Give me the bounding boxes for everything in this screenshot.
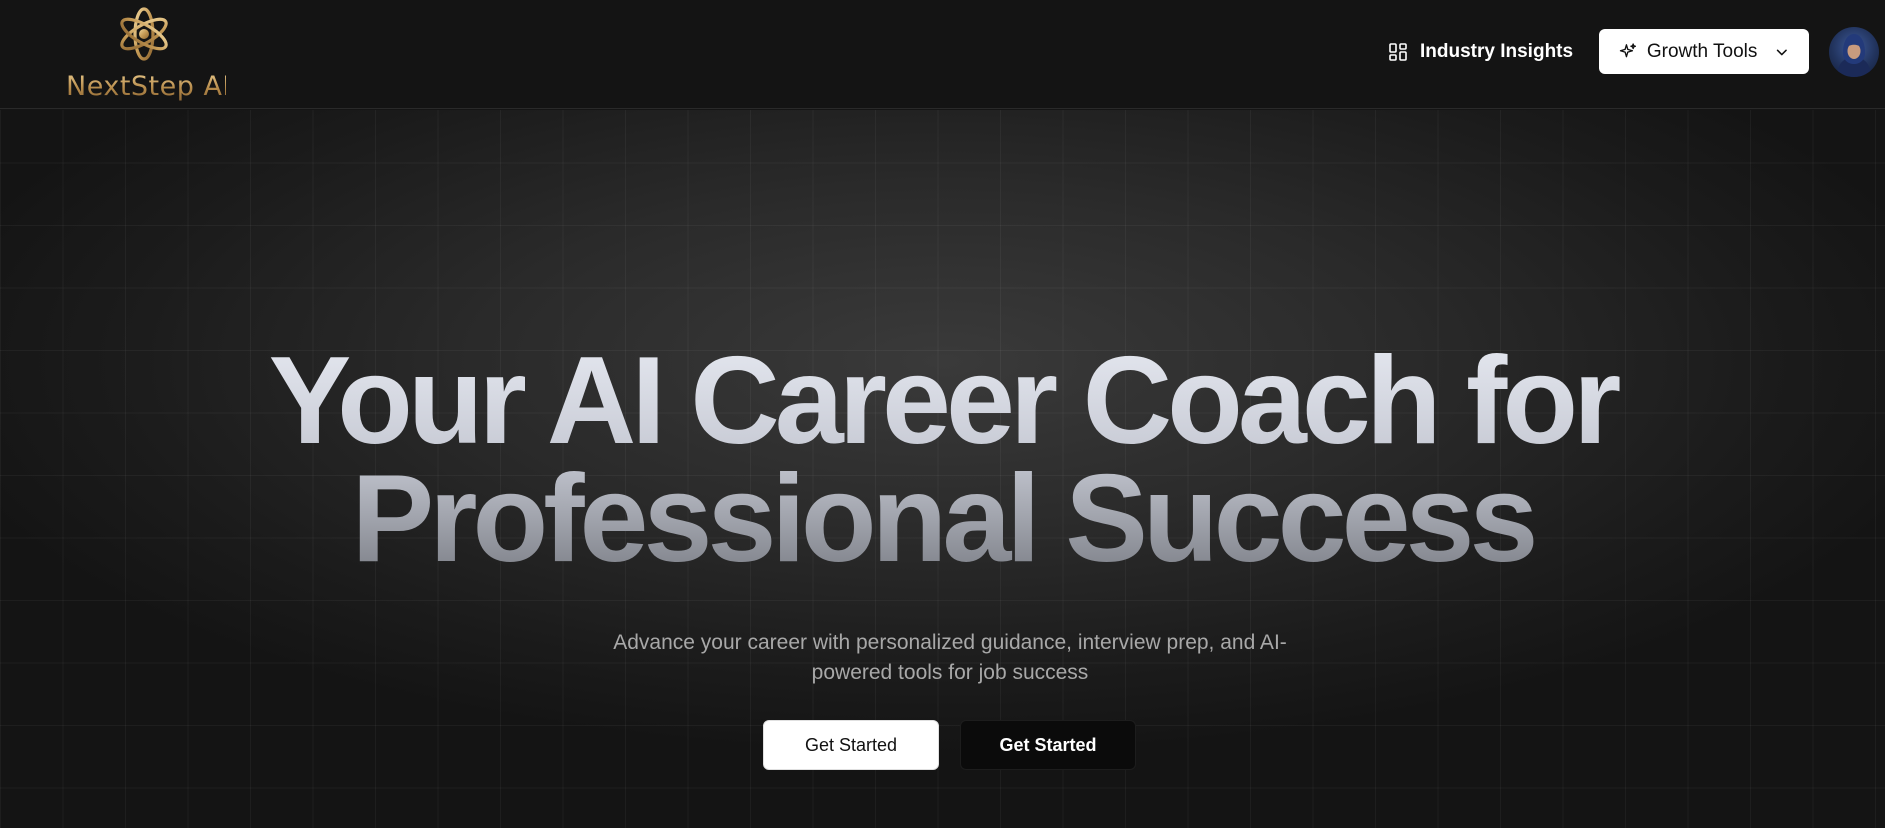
sparkles-icon [1619,43,1637,58]
brand-name: NextStep AI [66,71,231,102]
hero-section: Your AI Career Coach for Professional Su… [0,110,1885,828]
brand-logo[interactable]: NextStep AI [64,4,231,104]
hero-title: Your AI Career Coach for Professional Su… [0,342,1885,578]
top-navbar: NextStep AI Industry Insights Growth Too… [0,0,1885,109]
flower-knot-icon [120,7,168,61]
growth-tools-dropdown[interactable]: Growth Tools [1599,29,1809,74]
landing-page: NextStep AI Industry Insights Growth Too… [0,0,1885,828]
industry-insights-link[interactable]: Industry Insights [1388,36,1573,68]
get-started-button-light[interactable]: Get Started [763,720,939,770]
get-started-button-dark[interactable]: Get Started [960,720,1136,770]
dashboard-icon [1389,43,1407,61]
growth-tools-label: Growth Tools [1646,40,1758,62]
user-avatar-image [1837,34,1871,77]
hero-subtitle: Advance your career with personalized gu… [613,631,1287,684]
industry-insights-label: Industry Insights [1420,41,1574,62]
user-avatar[interactable] [1829,27,1879,77]
hero-title-line-1: Your AI Career Coach for [268,332,1617,470]
chevron-down-icon [1777,49,1788,55]
hero-title-line-2: Professional Success [351,450,1534,588]
